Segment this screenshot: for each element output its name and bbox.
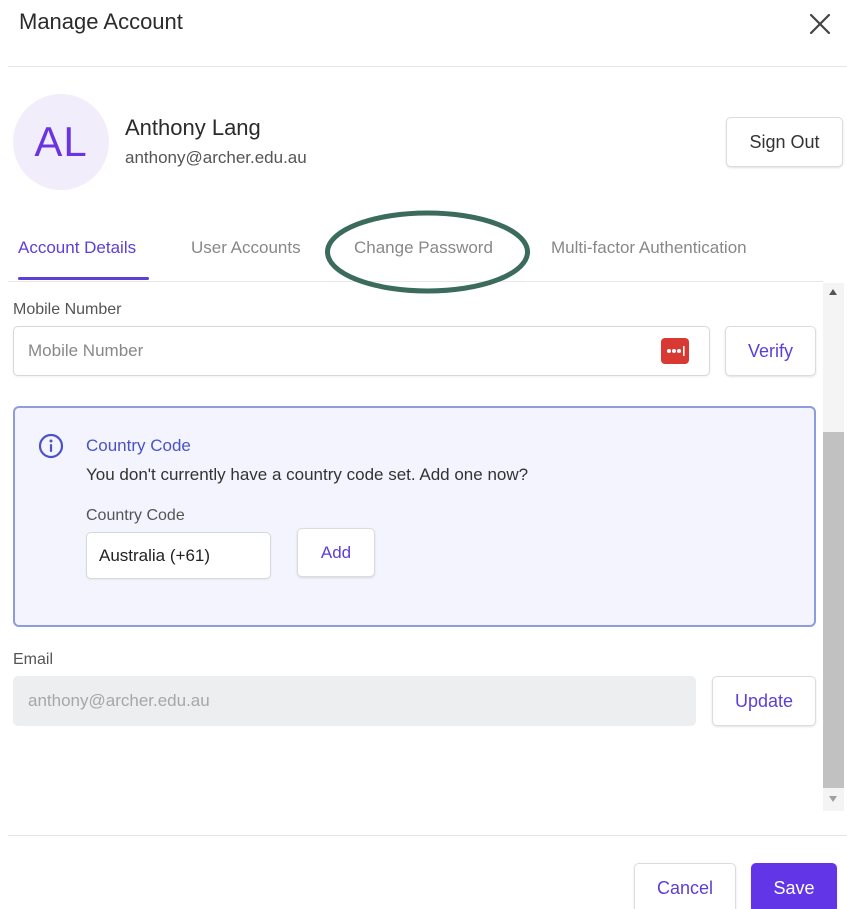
mobile-number-label: Mobile Number	[13, 301, 122, 318]
user-email: anthony@archer.edu.au	[125, 148, 307, 167]
country-code-select[interactable]: Australia (+61)	[86, 532, 271, 579]
tab-change-password[interactable]: Change Password	[354, 238, 493, 258]
dialog-header: Manage Account	[0, 0, 847, 66]
close-button[interactable]	[806, 10, 834, 38]
mobile-number-placeholder: Mobile Number	[28, 341, 144, 360]
password-dots-icon	[667, 346, 685, 356]
tabs-divider	[8, 281, 823, 282]
mobile-number-input[interactable]: Mobile Number	[13, 326, 710, 376]
dialog-title: Manage Account	[19, 9, 183, 34]
info-icon	[38, 433, 64, 459]
alert-message: You don't currently have a country code …	[86, 465, 529, 484]
scroll-down-arrow-icon[interactable]	[825, 793, 841, 805]
sign-out-button[interactable]: Sign Out	[726, 117, 843, 167]
close-icon	[809, 13, 831, 35]
avatar-initials: AL	[34, 118, 88, 165]
email-value: anthony@archer.edu.au	[28, 691, 210, 710]
country-code-label: Country Code	[86, 507, 185, 524]
cancel-button[interactable]: Cancel	[634, 863, 736, 909]
email-label: Email	[13, 651, 54, 668]
tab-account-details[interactable]: Account Details	[18, 238, 136, 258]
update-email-button[interactable]: Update	[712, 676, 816, 726]
active-tab-indicator	[18, 277, 149, 280]
tab-user-accounts[interactable]: User Accounts	[191, 238, 301, 258]
add-country-code-button[interactable]: Add	[297, 528, 375, 577]
country-code-value: Australia (+61)	[99, 545, 211, 565]
header-divider	[8, 66, 847, 67]
alert-title: Country Code	[86, 436, 191, 455]
tab-multi-factor-authentication[interactable]: Multi-factor Authentication	[551, 238, 747, 258]
scrollbar-thumb[interactable]	[823, 432, 844, 788]
save-button[interactable]: Save	[751, 863, 837, 909]
password-manager-icon[interactable]	[661, 338, 689, 364]
user-name: Anthony Lang	[125, 115, 261, 140]
avatar: AL	[13, 94, 109, 190]
footer-divider	[8, 835, 847, 836]
email-input: anthony@archer.edu.au	[13, 676, 696, 726]
verify-button[interactable]: Verify	[725, 326, 816, 376]
scroll-up-arrow-icon[interactable]	[825, 286, 841, 298]
